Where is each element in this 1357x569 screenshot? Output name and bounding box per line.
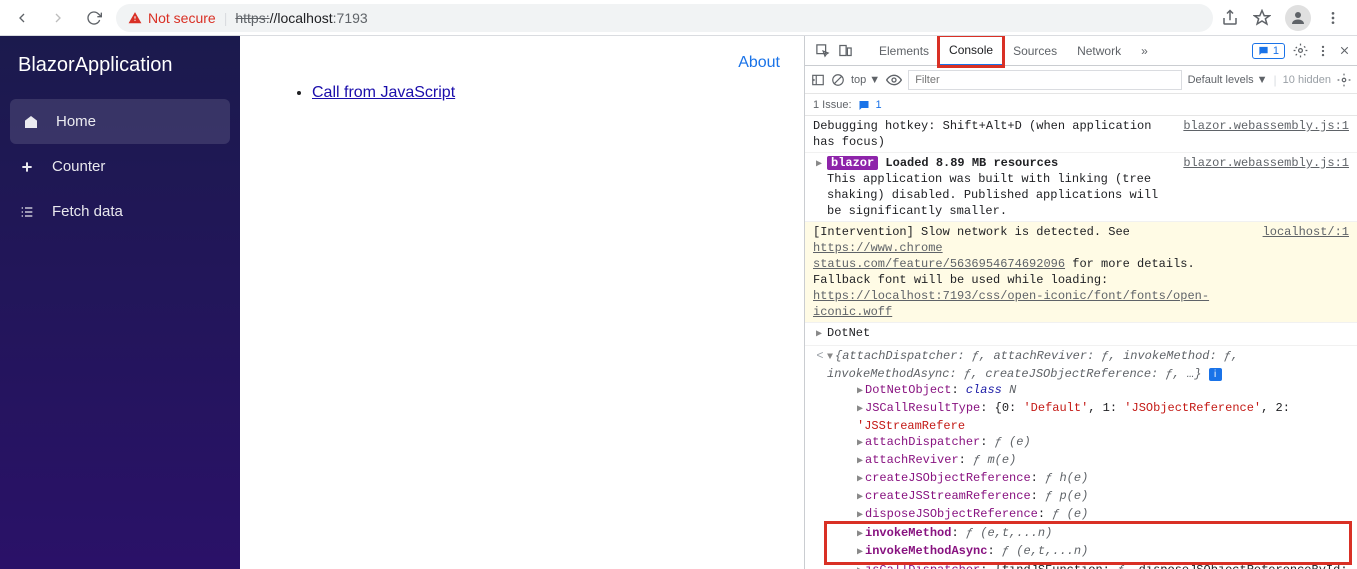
gear-icon[interactable]: [1337, 73, 1351, 87]
sidebar-item-counter[interactable]: Counter: [0, 144, 240, 189]
list-icon: [18, 204, 36, 220]
log-line: Debugging hotkey: Shift+Alt+D (when appl…: [813, 118, 1173, 150]
object-property[interactable]: ▶createJSStreamReference: ƒ p(e): [827, 488, 1349, 506]
hidden-count: 10 hidden: [1283, 74, 1331, 86]
devtools-panel: Elements Console Sources Network » 1 top…: [804, 36, 1357, 569]
address-bar[interactable]: Not secure | https://localhost:7193: [116, 4, 1213, 32]
object-property[interactable]: ▶createJSObjectReference: ƒ h(e): [827, 470, 1349, 488]
app-title: BlazorApplication: [0, 36, 240, 99]
object-property[interactable]: ▶DotNetObject: class N: [827, 382, 1349, 400]
sidebar-item-fetch[interactable]: Fetch data: [0, 189, 240, 234]
tab-more-icon[interactable]: »: [1131, 36, 1158, 66]
url-text: https://localhost:7193: [235, 10, 367, 26]
sidebar-toggle-icon[interactable]: [811, 73, 825, 87]
context-dropdown[interactable]: top ▼: [851, 74, 880, 86]
device-icon[interactable]: [834, 43, 857, 58]
clear-icon[interactable]: [831, 73, 845, 87]
devtools-tabs: Elements Console Sources Network » 1: [805, 36, 1357, 66]
console-toolbar: top ▼ Default levels ▼ | 10 hidden: [805, 66, 1357, 94]
object-property[interactable]: ▶attachReviver: ƒ m(e): [827, 452, 1349, 470]
filter-input[interactable]: [908, 70, 1181, 90]
sidebar-item-home[interactable]: Home: [10, 99, 230, 144]
browser-toolbar: Not secure | https://localhost:7193: [0, 0, 1357, 36]
gear-icon[interactable]: [1293, 43, 1308, 58]
tab-console[interactable]: Console: [939, 36, 1003, 66]
page-content: About Call from JavaScript: [240, 36, 804, 569]
menu-icon[interactable]: [1325, 10, 1341, 26]
tab-elements[interactable]: Elements: [869, 36, 939, 66]
info-icon[interactable]: i: [1209, 368, 1222, 381]
console-output: Debugging hotkey: Shift+Alt+D (when appl…: [805, 116, 1357, 569]
issues-badge[interactable]: 1: [1252, 43, 1285, 59]
object-property[interactable]: ▶JSCallResultType: {0: 'Default', 1: 'JS…: [827, 400, 1349, 434]
share-icon[interactable]: [1221, 9, 1239, 27]
source-link[interactable]: blazor.webassembly.js:1: [1173, 118, 1349, 150]
tab-sources[interactable]: Sources: [1003, 36, 1067, 66]
issue-bar[interactable]: 1 Issue: 1: [805, 94, 1357, 116]
not-secure-badge: Not secure: [128, 10, 216, 26]
tab-network[interactable]: Network: [1067, 36, 1131, 66]
about-link[interactable]: About: [738, 54, 780, 72]
eye-icon[interactable]: [886, 72, 902, 88]
source-link[interactable]: blazor.webassembly.js:1: [1173, 155, 1349, 219]
source-link[interactable]: localhost/:1: [1253, 224, 1349, 320]
object-property[interactable]: ▶invokeMethodAsync: ƒ (e,t,...n): [827, 543, 1349, 561]
home-icon: [22, 114, 40, 130]
forward-button[interactable]: [44, 4, 72, 32]
object-property[interactable]: ▶invokeMethod: ƒ (e,t,...n): [827, 525, 1349, 543]
reload-button[interactable]: [80, 4, 108, 32]
log-line: blazor Loaded 8.89 MB resources This app…: [827, 155, 1173, 219]
star-icon[interactable]: [1253, 9, 1271, 27]
kebab-icon[interactable]: [1316, 44, 1330, 58]
back-button[interactable]: [8, 4, 36, 32]
inspect-icon[interactable]: [811, 43, 834, 58]
levels-dropdown[interactable]: Default levels ▼: [1188, 74, 1268, 86]
object-property[interactable]: ▶jsCallDispatcher: {findJSFunction: ƒ, d…: [827, 562, 1349, 569]
call-from-js-link[interactable]: Call from JavaScript: [312, 84, 455, 101]
sidebar: BlazorApplication Home Counter Fetch dat…: [0, 36, 240, 569]
close-icon[interactable]: [1338, 44, 1351, 57]
log-warning: [Intervention] Slow network is detected.…: [813, 224, 1253, 320]
plus-icon: [18, 159, 36, 175]
log-object[interactable]: ▼{attachDispatcher: ƒ, attachReviver: ƒ,…: [827, 348, 1349, 382]
object-property[interactable]: ▶disposeJSObjectReference: ƒ (e): [827, 506, 1349, 524]
avatar-icon[interactable]: [1285, 5, 1311, 31]
log-line[interactable]: DotNet: [827, 325, 1349, 343]
object-property[interactable]: ▶attachDispatcher: ƒ (e): [827, 434, 1349, 452]
chat-icon: [858, 99, 870, 111]
